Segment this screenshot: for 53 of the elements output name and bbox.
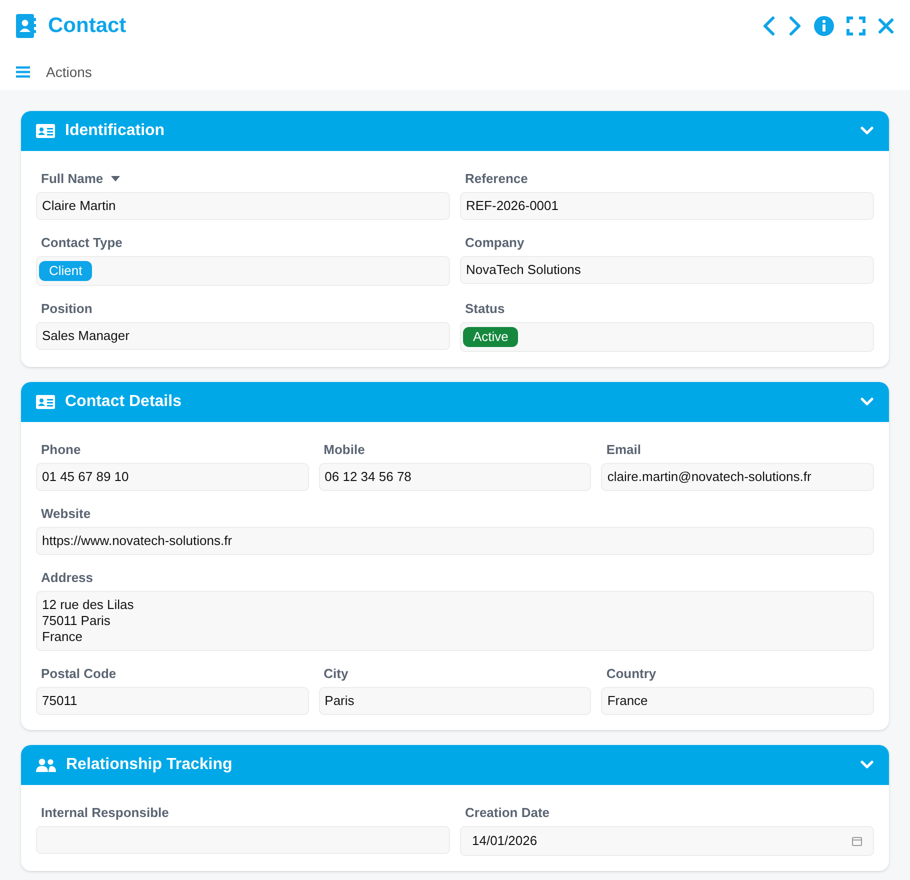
info-icon[interactable] (814, 16, 834, 36)
field-label: Country (606, 665, 656, 684)
input-field[interactable]: France (601, 687, 874, 715)
input-field[interactable]: 06 12 34 56 78 (318, 463, 592, 491)
field-label: Status (465, 300, 505, 318)
close-icon[interactable] (878, 18, 894, 34)
field-label: Full Name (41, 170, 104, 188)
input-field[interactable]: https://www.novatech-solutions.fr (36, 527, 874, 555)
input-field[interactable]: claire.martin@novatech-solutions.fr (601, 463, 874, 491)
field-label: Website (41, 505, 91, 524)
field-label: Reference (465, 170, 528, 188)
input-field[interactable]: Active (460, 322, 874, 352)
field-label: Email (606, 441, 642, 460)
calendar-icon[interactable] (852, 836, 862, 846)
previous-icon[interactable] (762, 16, 776, 36)
date-field[interactable]: 14/01/2026 (460, 826, 874, 856)
input-field[interactable]: REF-2026-0001 (460, 192, 874, 220)
window-title: Contact (48, 13, 126, 40)
actions-menu[interactable]: Actions (46, 62, 92, 82)
section-title: Relationship Tracking (66, 755, 232, 775)
section-title: Identification (65, 121, 165, 141)
field-label: Creation Date (465, 804, 550, 822)
input-field[interactable]: Claire Martin (36, 192, 450, 220)
contact-book-icon (16, 14, 36, 38)
input-field[interactable]: Paris (318, 687, 592, 715)
field-label: Postal Code (41, 665, 116, 684)
next-icon[interactable] (788, 16, 802, 36)
section-title: Contact Details (65, 392, 182, 412)
field-label: Phone (41, 441, 81, 460)
date-value: 14/01/2026 (472, 832, 538, 850)
tag-label: Client (39, 261, 92, 281)
field-label: Internal Responsible (41, 804, 169, 822)
tag-label: Active (463, 327, 518, 347)
field-label: Address (41, 569, 94, 588)
field-label: Mobile (324, 441, 365, 460)
input-field[interactable]: Sales Manager (36, 322, 450, 350)
input-field[interactable]: NovaTech Solutions (460, 256, 874, 284)
dropdown-caret-icon[interactable] (111, 176, 120, 182)
field-label: Contact Type (41, 234, 122, 252)
id-card-icon (36, 395, 55, 409)
field-label: City (324, 665, 348, 684)
users-icon (36, 758, 56, 772)
input-field[interactable]: 75011 (36, 687, 309, 715)
menu-icon[interactable] (16, 66, 30, 78)
id-card-icon (36, 124, 55, 138)
fullscreen-icon[interactable] (846, 16, 866, 36)
chevron-down-icon[interactable] (860, 126, 874, 136)
chevron-down-icon[interactable] (860, 760, 874, 770)
input-field[interactable]: 01 45 67 89 10 (36, 463, 309, 491)
field-label: Position (41, 300, 92, 318)
field-label: Company (465, 234, 524, 252)
chevron-down-icon[interactable] (860, 397, 874, 407)
text-area[interactable]: 12 rue des Lilas 75011 Paris France (36, 591, 874, 651)
